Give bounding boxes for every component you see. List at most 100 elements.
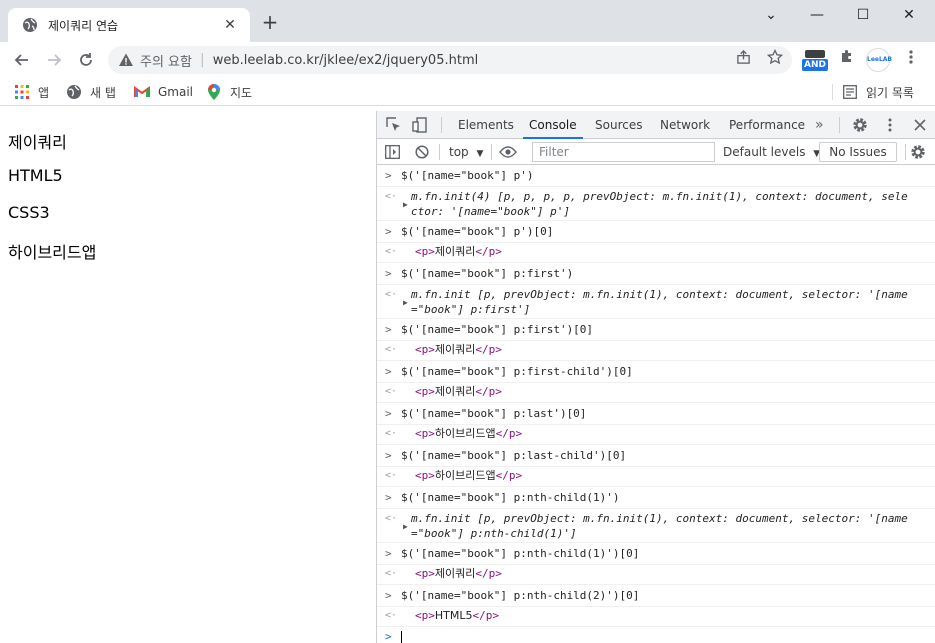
new-tab-button[interactable]: +	[260, 12, 280, 32]
inspect-element-icon[interactable]	[385, 116, 403, 134]
log-levels-selector[interactable]: Default levels ▼	[723, 143, 820, 161]
html-tag: </p>	[472, 609, 499, 622]
extension-and-icon[interactable]: AND	[802, 50, 828, 72]
result-arrow-icon: <·	[385, 289, 398, 300]
expand-triangle-icon[interactable]: ▶	[403, 200, 408, 209]
console-input-row: > $('[name="book"] p')	[377, 165, 935, 187]
url-text[interactable]: web.leelab.co.kr/jklee/ex2/jquery05.html	[213, 53, 479, 68]
bookmark-maps[interactable]: 지도	[206, 82, 252, 102]
profile-avatar[interactable]: LeeLAB	[866, 48, 892, 72]
bookmark-star-icon[interactable]	[766, 48, 784, 66]
console-filter-input[interactable]: Filter	[532, 142, 715, 162]
settings-gear-icon[interactable]	[851, 116, 869, 134]
result-text: 제이쿼리	[434, 385, 476, 398]
bookmark-apps[interactable]: 앱	[14, 82, 49, 102]
sidebar-toggle-icon[interactable]	[383, 143, 401, 161]
toolbar-divider	[441, 117, 442, 133]
live-expression-eye-icon[interactable]	[499, 143, 517, 161]
tab-sources[interactable]: Sources	[589, 111, 648, 139]
console-result-row[interactable]: <· ▶ m.fn.init(4) [p, p, p, p, prevObjec…	[377, 187, 935, 221]
warning-icon	[119, 53, 133, 66]
input-prompt-icon: >	[385, 365, 392, 378]
share-icon[interactable]	[734, 48, 752, 66]
tab-console[interactable]: Console	[523, 111, 583, 139]
html-tag: <p>	[415, 427, 435, 440]
maximize-button[interactable]: ☐	[840, 0, 886, 30]
html-tag: </p>	[475, 343, 502, 356]
console-prompt-input[interactable]: >	[377, 627, 935, 643]
bookmark-divider	[832, 84, 833, 100]
reading-list-button[interactable]: 읽기 목록	[842, 82, 914, 102]
console-input-row: > $('[name="book"] p:nth-child(1)')	[377, 487, 935, 509]
title-bar: 제이쿼리 연습 ✕ + ⌄ — ☐ ✕	[0, 0, 935, 42]
console-input-row: > $('[name="book"] p:nth-child(2)')[0]	[377, 585, 935, 607]
context-selector[interactable]: top ▼	[449, 143, 483, 161]
tab-network[interactable]: Network	[654, 111, 716, 139]
html-tag: <p>	[415, 469, 435, 482]
result-text: ctor: '[name="book"] p']	[411, 205, 570, 218]
issues-button[interactable]: No Issues	[819, 142, 897, 162]
result-arrow-icon: <·	[385, 344, 398, 355]
profile-label: LeeLAB	[866, 48, 892, 72]
reload-button[interactable]	[74, 48, 98, 72]
close-devtools-icon[interactable]	[911, 116, 929, 134]
console-input-row: > $('[name="book"] p:nth-child(1)')[0]	[377, 543, 935, 565]
devtools-tab-bar: Elements Console Sources Network Perform…	[377, 111, 935, 139]
input-prompt-icon: >	[385, 169, 392, 182]
input-prompt-icon: >	[385, 589, 392, 602]
console-result-row[interactable]: <· <p>제이쿼리</p>	[377, 341, 935, 361]
result-arrow-icon: <·	[385, 470, 398, 481]
console-settings-gear-icon[interactable]	[909, 143, 927, 161]
result-arrow-icon: <·	[385, 428, 398, 439]
console-output[interactable]: > $('[name="book"] p') <· ▶ m.fn.init(4)…	[377, 165, 935, 643]
html-tag: </p>	[475, 567, 502, 580]
tab-search-icon[interactable]: ⌄	[748, 0, 794, 30]
toolbar-divider	[839, 117, 840, 133]
arrow-left-icon	[14, 54, 28, 66]
devtools-menu-icon[interactable]	[881, 116, 899, 134]
html-tag: </p>	[475, 385, 502, 398]
tab-title: 제이쿼리 연습	[48, 18, 119, 33]
more-tabs-button[interactable]: »	[809, 111, 830, 139]
device-toolbar-icon[interactable]	[411, 116, 429, 134]
menu-kebab-icon[interactable]	[902, 48, 920, 66]
close-window-button[interactable]: ✕	[886, 0, 932, 30]
console-result-row[interactable]: <· <p>하이브리드앱</p>	[377, 467, 935, 487]
text-cursor	[401, 630, 402, 643]
console-input-row: > $('[name="book"] p:last')[0]	[377, 403, 935, 425]
console-result-row[interactable]: <· <p>제이쿼리</p>	[377, 383, 935, 403]
console-input-row: > $('[name="book"] p:first')	[377, 263, 935, 285]
address-bar[interactable]: 주의 요함 | web.leelab.co.kr/jklee/ex2/jquer…	[108, 46, 792, 74]
console-input-row: > $('[name="book"] p:last-child')[0]	[377, 445, 935, 467]
context-label: top	[449, 145, 469, 159]
browser-tab[interactable]: 제이쿼리 연습 ✕	[8, 8, 250, 42]
tab-performance[interactable]: Performance	[723, 111, 811, 139]
toolbar-divider	[905, 144, 906, 160]
expand-triangle-icon[interactable]: ▶	[403, 522, 408, 531]
input-prompt-icon: >	[385, 547, 392, 560]
html-tag: <p>	[415, 609, 435, 622]
bookmark-gmail[interactable]: Gmail	[134, 82, 193, 102]
html-tag: <p>	[415, 343, 435, 356]
back-button[interactable]	[10, 48, 34, 72]
clear-console-icon[interactable]	[413, 143, 431, 161]
console-result-row[interactable]: <· <p>제이쿼리</p>	[377, 565, 935, 585]
forward-button[interactable]	[42, 48, 66, 72]
paragraph: 제이쿼리	[8, 133, 67, 152]
tab-elements[interactable]: Elements	[452, 111, 520, 139]
console-result-row[interactable]: <· ▶ m.fn.init [p, prevObject: m.fn.init…	[377, 285, 935, 319]
minimize-button[interactable]: —	[794, 0, 840, 30]
console-result-row[interactable]: <· <p>제이쿼리</p>	[377, 243, 935, 263]
result-arrow-icon: <·	[385, 610, 398, 621]
bookmark-new-tab[interactable]: 새 탭	[66, 82, 116, 102]
security-label[interactable]: 주의 요함	[140, 51, 192, 70]
console-result-row[interactable]: <· <p>HTML5</p>	[377, 607, 935, 627]
console-result-row[interactable]: <· <p>하이브리드앱</p>	[377, 425, 935, 445]
tab-close-icon[interactable]: ✕	[220, 17, 240, 33]
expand-triangle-icon[interactable]: ▶	[403, 298, 408, 307]
console-result-row[interactable]: <· ▶ m.fn.init [p, prevObject: m.fn.init…	[377, 509, 935, 543]
extensions-puzzle-icon[interactable]	[838, 48, 856, 66]
console-filter-bar: top ▼ Filter Default levels ▼ No Issues	[377, 139, 935, 165]
divider: |	[199, 52, 205, 68]
input-prompt-icon: >	[385, 407, 392, 420]
